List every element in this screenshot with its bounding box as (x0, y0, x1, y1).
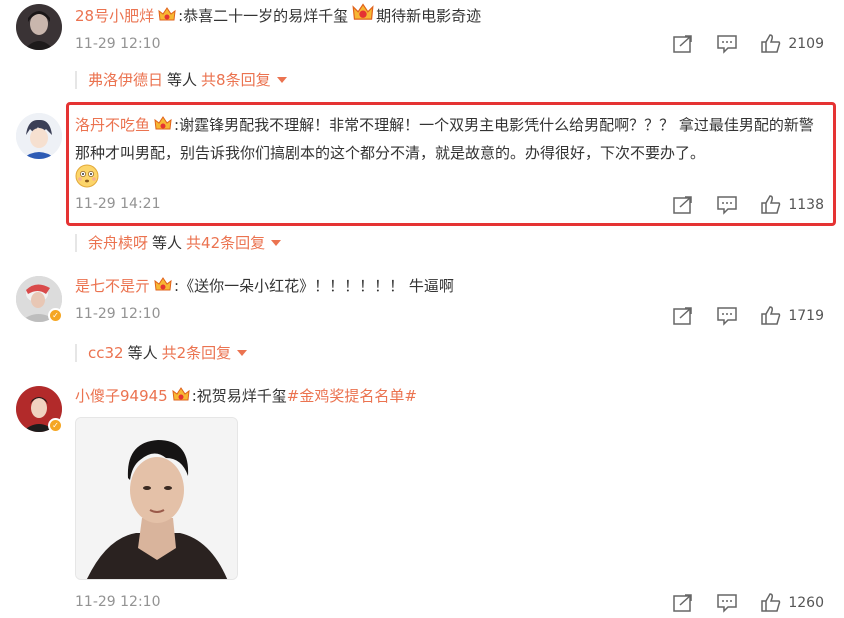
reply-summary[interactable]: 余舟椟呀 等人 共42条回复 (88, 232, 282, 253)
reply-count[interactable]: 共8条回复 (201, 69, 271, 90)
like-icon[interactable] (760, 593, 782, 613)
reply-divider (75, 71, 77, 89)
comment-icon[interactable] (716, 195, 738, 215)
reply-username[interactable]: cc32 (88, 344, 124, 362)
crown-badge-icon (172, 387, 190, 401)
reply-summary[interactable]: 弗洛伊德日 等人 共8条回复 (88, 69, 287, 90)
reply-username[interactable]: 弗洛伊德日 (88, 69, 163, 90)
share-icon[interactable] (672, 593, 694, 613)
action-bar: 1260 (650, 593, 824, 613)
reply-divider (75, 344, 77, 362)
chevron-down-icon[interactable] (271, 239, 282, 246)
avatar[interactable]: ✓ (16, 386, 63, 433)
like-icon[interactable] (760, 195, 782, 215)
like-icon[interactable] (760, 34, 782, 54)
like-icon[interactable] (760, 306, 782, 326)
chevron-down-icon[interactable] (276, 76, 287, 83)
like-count: 2109 (788, 36, 824, 52)
comment-icon[interactable] (716, 593, 738, 613)
reply-middle-text: 等人 (127, 344, 158, 362)
reply-divider (75, 234, 77, 252)
reply-middle-text: 等人 (152, 234, 183, 252)
timestamp: 11-29 12:10 (75, 594, 161, 610)
verified-badge-icon: ✓ (48, 308, 63, 323)
share-icon[interactable] (672, 34, 694, 54)
reply-middle-text: 等人 (167, 71, 198, 89)
username[interactable]: 洛丹不吃鱼 (75, 116, 150, 134)
avatar[interactable] (16, 113, 62, 159)
timestamp: 11-29 12:10 (75, 306, 161, 322)
comment-content: :《送你一朵小红花》！！！！！！ 牛逼啊 (174, 277, 454, 295)
username[interactable]: 小傻子94945 (75, 387, 168, 405)
flushed-emoji-icon (75, 164, 99, 188)
comment-content: :祝贺易烊千玺 (191, 387, 287, 405)
action-bar: 1719 (650, 306, 824, 326)
share-icon[interactable] (672, 195, 694, 215)
comment-content-2: 期待新电影奇迹 (376, 7, 482, 25)
reply-count[interactable]: 共2条回复 (162, 342, 232, 363)
comment-icon[interactable] (716, 306, 738, 326)
avatar[interactable]: ✓ (16, 276, 63, 323)
username[interactable]: 28号小肥烊 (75, 7, 154, 25)
reply-username[interactable]: 余舟椟呀 (88, 232, 148, 253)
comment-icon[interactable] (716, 34, 738, 54)
comment-content: :恭喜二十一岁的易烊千玺 (178, 7, 349, 25)
comment-content: :谢霆锋男配我不理解！非常不理解！一个双男主电影凭什么给男配啊？？？ 拿过最佳男… (75, 116, 814, 162)
action-bar: 2109 (650, 34, 824, 54)
timestamp: 11-29 14:21 (75, 196, 161, 212)
crown-badge-icon (154, 277, 172, 291)
comment-text: 28号小肥烊 :恭喜二十一岁的易烊千玺 期待新电影奇迹 (75, 2, 824, 30)
chevron-down-icon[interactable] (237, 349, 248, 356)
comment-photo[interactable] (75, 417, 238, 580)
action-bar: 1138 (650, 195, 824, 215)
share-icon[interactable] (672, 306, 694, 326)
username[interactable]: 是七不是亓 (75, 277, 150, 295)
avatar[interactable] (16, 4, 62, 50)
reply-summary[interactable]: cc32 等人 共2条回复 (88, 342, 248, 363)
verified-badge-icon: ✓ (48, 418, 63, 433)
hashtag-link[interactable]: #金鸡奖提名名单# (287, 387, 417, 405)
like-count: 1138 (788, 197, 824, 213)
timestamp: 11-29 12:10 (75, 36, 161, 52)
crown-badge-icon (154, 116, 172, 130)
crown-badge-icon (158, 7, 176, 21)
reply-count[interactable]: 共42条回复 (186, 232, 265, 253)
like-count: 1260 (788, 595, 824, 611)
comment-text: 小傻子94945 :祝贺易烊千玺#金鸡奖提名名单# (75, 382, 824, 410)
like-count: 1719 (788, 308, 824, 324)
comment-text: 洛丹不吃鱼:谢霆锋男配我不理解！非常不理解！一个双男主电影凭什么给男配啊？？？ … (75, 111, 822, 167)
comment-text: 是七不是亓 :《送你一朵小红花》！！！！！！ 牛逼啊 (75, 272, 824, 300)
crown-badge-icon (352, 3, 374, 20)
